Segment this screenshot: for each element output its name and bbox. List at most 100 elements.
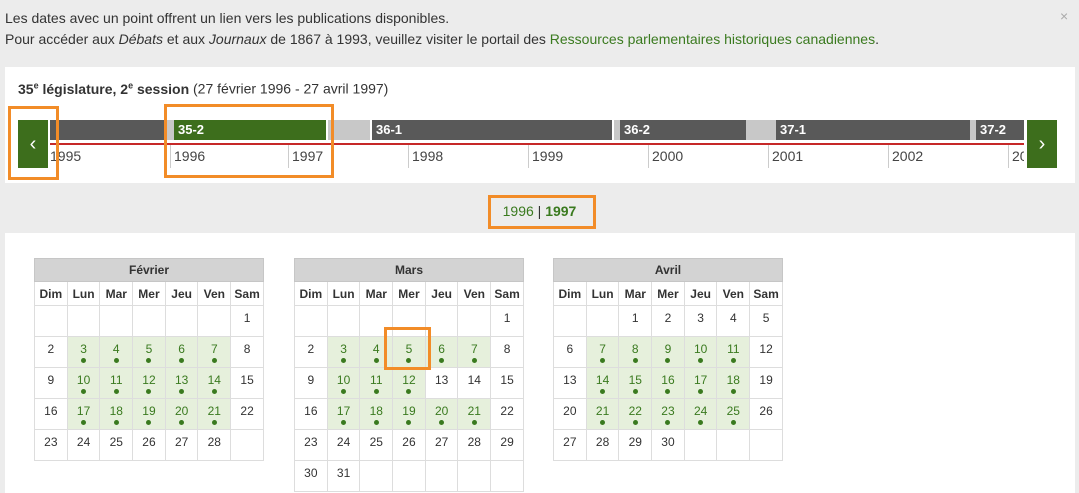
- day-number: 17: [693, 373, 708, 387]
- calendar-week: 1: [294, 305, 524, 337]
- day-cell[interactable]: 7: [457, 336, 492, 368]
- day-cell[interactable]: 6: [164, 336, 199, 368]
- publication-dot-icon: [373, 389, 379, 394]
- day-number: 26: [402, 435, 416, 449]
- day-cell[interactable]: 13: [164, 367, 199, 399]
- day-cell[interactable]: 3: [66, 336, 101, 368]
- day-cell[interactable]: 23: [651, 398, 685, 430]
- day-cell[interactable]: 6: [424, 336, 459, 368]
- month-header: Février: [34, 258, 264, 282]
- day-cell[interactable]: 25: [716, 398, 751, 430]
- day-cell[interactable]: 19: [392, 398, 426, 430]
- day-cell[interactable]: 5: [132, 336, 166, 368]
- day-cell[interactable]: 24: [683, 398, 718, 430]
- weekday-header: Mer: [651, 281, 685, 306]
- empty-cell: [392, 305, 426, 337]
- publication-dot-icon: [179, 389, 185, 394]
- day-cell[interactable]: 4: [359, 336, 394, 368]
- day-cell[interactable]: 15: [618, 367, 653, 399]
- timeline-prev-button[interactable]: ‹: [18, 120, 48, 168]
- publication-dot-icon: [341, 420, 347, 425]
- day-cell[interactable]: 16: [651, 367, 685, 399]
- day-number: 15: [628, 373, 642, 387]
- day-cell[interactable]: 22: [618, 398, 653, 430]
- day-number: 30: [304, 466, 318, 480]
- day-cell[interactable]: 5: [392, 336, 426, 368]
- chevron-right-icon: ›: [1038, 132, 1046, 155]
- day-cell: 26: [749, 398, 783, 430]
- day-cell: 24: [66, 429, 101, 461]
- timeline-segment-36-2[interactable]: 36-2: [620, 120, 746, 140]
- day-cell[interactable]: 21: [457, 398, 492, 430]
- day-cell: 4: [716, 305, 751, 337]
- day-cell[interactable]: 7: [585, 336, 620, 368]
- day-cell[interactable]: 10: [66, 367, 101, 399]
- day-cell[interactable]: 17: [683, 367, 718, 399]
- empty-cell: [392, 460, 426, 492]
- day-number: 12: [142, 373, 156, 387]
- day-number: 4: [372, 342, 380, 356]
- weekday-header: Mar: [359, 281, 394, 306]
- close-icon[interactable]: ×: [1060, 8, 1068, 24]
- publication-dot-icon: [113, 420, 119, 425]
- day-cell[interactable]: 20: [424, 398, 459, 430]
- day-cell[interactable]: 11: [716, 336, 751, 368]
- day-cell[interactable]: 18: [359, 398, 394, 430]
- day-cell[interactable]: 11: [99, 367, 134, 399]
- day-number: 9: [307, 373, 315, 387]
- day-cell[interactable]: 18: [716, 367, 751, 399]
- day-cell: 26: [392, 429, 426, 461]
- day-cell[interactable]: 18: [99, 398, 134, 430]
- day-number: 19: [759, 373, 773, 387]
- publication-dot-icon: [698, 358, 704, 363]
- timeline-next-button[interactable]: ›: [1027, 120, 1057, 168]
- day-cell[interactable]: 21: [197, 398, 232, 430]
- calendar-week: 6 7 8 9 10 11 12: [553, 336, 783, 368]
- timeline-segment-37-1[interactable]: 37-1: [776, 120, 970, 140]
- year-link-1996[interactable]: 1996: [503, 203, 534, 219]
- day-cell[interactable]: 19: [132, 398, 166, 430]
- day-number: 13: [174, 373, 189, 387]
- day-number: 7: [210, 342, 218, 356]
- day-number: 1: [631, 311, 639, 325]
- day-cell[interactable]: 10: [683, 336, 718, 368]
- day-cell[interactable]: 7: [197, 336, 232, 368]
- day-cell: 5: [749, 305, 783, 337]
- publication-dot-icon: [406, 420, 412, 425]
- day-number: 20: [174, 404, 189, 418]
- day-cell[interactable]: 17: [66, 398, 101, 430]
- day-cell[interactable]: 9: [651, 336, 685, 368]
- day-number: 20: [434, 404, 449, 418]
- day-number: 10: [693, 342, 708, 356]
- day-cell[interactable]: 20: [164, 398, 199, 430]
- timeline-segment[interactable]: [50, 120, 164, 140]
- empty-cell: [164, 305, 199, 337]
- day-number: 13: [434, 373, 449, 387]
- day-cell[interactable]: 14: [585, 367, 620, 399]
- year-label: 2000: [648, 145, 768, 168]
- day-cell: 14: [457, 367, 492, 399]
- day-cell[interactable]: 14: [197, 367, 232, 399]
- calendar-week: 1 2 3 4 5: [553, 305, 783, 337]
- chevron-left-icon: ‹: [29, 132, 37, 155]
- timeline-segment-37-2[interactable]: 37-2: [976, 120, 1024, 140]
- day-cell[interactable]: 8: [618, 336, 653, 368]
- day-cell[interactable]: 11: [359, 367, 394, 399]
- day-number: 29: [628, 435, 642, 449]
- timeline-gap: [166, 120, 174, 140]
- day-cell[interactable]: 3: [326, 336, 361, 368]
- day-cell[interactable]: 17: [326, 398, 361, 430]
- day-number: 27: [563, 435, 577, 449]
- day-cell[interactable]: 21: [585, 398, 620, 430]
- historical-resources-link[interactable]: Ressources parlementaires historiques ca…: [550, 31, 875, 47]
- timeline-segment-35-2[interactable]: 35-2: [174, 120, 326, 140]
- timeline-segment-36-1[interactable]: 36-1: [372, 120, 612, 140]
- publication-dot-icon: [373, 358, 379, 363]
- day-cell[interactable]: 12: [392, 367, 426, 399]
- day-cell[interactable]: 10: [326, 367, 361, 399]
- day-number: 6: [178, 342, 185, 356]
- day-cell: 28: [585, 429, 620, 461]
- day-cell[interactable]: 4: [99, 336, 134, 368]
- empty-cell: [34, 305, 68, 337]
- day-cell[interactable]: 12: [132, 367, 166, 399]
